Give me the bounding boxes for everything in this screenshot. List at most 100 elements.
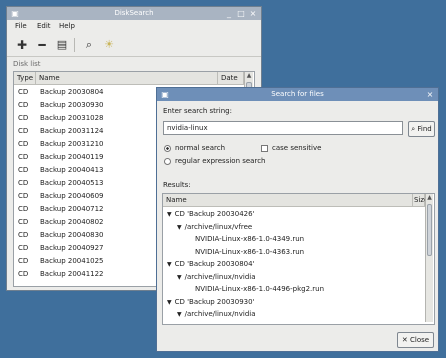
disk-name-cell: Backup 20031028 [40,114,104,122]
disk-type-cell: CD [18,127,29,135]
normal-search-label[interactable]: normal search [175,143,225,153]
scrollbar-thumb[interactable] [427,204,432,256]
disk-name-cell: Backup 20041025 [40,257,104,265]
maximize-icon[interactable]: □ [235,7,247,20]
disk-type-cell: CD [18,218,29,226]
scroll-up-icon[interactable]: ▲ [245,72,253,80]
close-icon[interactable]: × [424,88,436,101]
results-scrollbar[interactable]: ▲ [425,194,433,322]
close-button-label: Close [410,336,430,344]
tree-item-label: CD 'Backup 20030804' [174,260,255,268]
regex-search-radio[interactable] [164,158,171,165]
expander-arrow-icon[interactable]: ▼ [167,211,172,218]
tree-item-label: CD 'Backup 20030426' [174,210,255,218]
regex-search-label[interactable]: regular expression search [175,156,265,166]
add-disk-icon[interactable]: ✚ [14,37,30,53]
disk-list-label: Disk list [13,60,41,68]
toolbar: ✚ ━ ▤ ⌕ ☀ [7,34,261,57]
find-icon: ⌕ [411,125,416,133]
tree-item-label: /archive/linux/nvidia [184,310,256,318]
disk-type-cell: CD [18,153,29,161]
search-dialog-title: Search for files [271,90,324,98]
disk-name-cell: Backup 20040413 [40,166,104,174]
find-button[interactable]: ⌕ Find [408,121,435,137]
disk-type-cell: CD [18,270,29,278]
expander-arrow-icon[interactable]: ▼ [177,224,182,231]
close-button[interactable]: ✕ Close [397,332,434,348]
toolbar-separator [74,38,75,52]
properties-icon[interactable]: ▤ [54,37,70,53]
search-dialog: ▣ Search for files × Enter search string… [156,87,439,352]
tree-item[interactable]: ▼/archive/linux/nvidia [177,308,256,320]
remove-disk-icon[interactable]: ━ [34,37,50,53]
normal-search-radio[interactable] [164,145,171,152]
menubar: File Edit Help [7,21,261,32]
disk-type-cell: CD [18,101,29,109]
search-titlebar[interactable]: ▣ Search for files × [157,88,438,101]
disk-type-cell: CD [18,179,29,187]
column-header-name[interactable]: Name [163,194,413,207]
menu-edit[interactable]: Edit [37,21,51,32]
column-header-type[interactable]: Type [14,72,36,85]
disk-name-cell: Backup 20040712 [40,205,104,213]
close-icon[interactable]: × [247,7,259,20]
tree-item-label: /archive/linux/nvidia [184,272,256,281]
disk-type-cell: CD [18,192,29,200]
disk-type-cell: CD [18,244,29,252]
disk-name-cell: Backup 20040927 [40,244,104,252]
tree-item-label: NVIDIA-Linux-x86-1.0-4349.run [195,235,305,243]
disk-name-cell: Backup 20040830 [40,231,104,239]
tree-item[interactable]: NVIDIA-Linux-x86-1.0-4496-pkg2.run [195,283,324,295]
tree-item[interactable]: NVIDIA-Linux-x86-1.0-4363.run [195,246,304,258]
disk-type-cell: CD [18,114,29,122]
tree-item[interactable]: NVIDIA-Linux-x86-1.0-4349.run [195,233,304,245]
disk-name-cell: Backup 20031124 [40,127,104,135]
column-header-size[interactable]: Size [413,194,428,207]
expander-arrow-icon[interactable]: ▼ [167,261,172,268]
tree-item-label: /archive/linux/vfree [184,222,253,231]
case-sensitive-checkbox[interactable] [261,145,268,152]
close-button-icon: ✕ [401,336,408,344]
find-button-label: Find [417,125,432,133]
column-header-name[interactable]: Name [36,72,218,85]
window-menu-icon[interactable]: ▣ [9,7,21,20]
tree-item[interactable]: ▼ CD 'Backup 20030930' [167,296,255,308]
tree-item-label: NVIDIA-Linux-x86-1.0-4496-pkg2.run [195,285,325,293]
tree-item-label: NVIDIA-Linux-x86-1.0-4363.run [195,247,305,256]
minimize-icon[interactable]: _ [223,7,235,20]
disk-name-cell: Backup 20030804 [40,88,104,96]
results-tree[interactable]: Name Size ▼ CD 'Backup 20030426' ▼/archive… [162,193,435,325]
lightbulb-icon[interactable]: ☀ [101,37,117,53]
disk-type-cell: CD [18,231,29,239]
disk-type-cell: CD [18,88,29,96]
tree-item[interactable]: ▼ CD 'Backup 20030426' [167,208,255,220]
expander-arrow-icon[interactable]: ▼ [177,274,182,281]
expander-arrow-icon[interactable]: ▼ [167,299,172,306]
search-input[interactable]: nvidia-linux [163,121,403,135]
window-menu-icon[interactable]: ▣ [159,88,171,101]
tree-item[interactable]: ▼ CD 'Backup 20030804' [167,258,255,270]
results-label: Results: [163,181,191,189]
disksearch-titlebar[interactable]: ▣ DiskSearch _ □ × [7,7,261,20]
tree-item[interactable]: ▼/archive/linux/vfree [177,221,252,233]
search-prompt-label: Enter search string: [163,107,232,115]
tree-item[interactable]: ▼/archive/linux/nvidia [177,271,256,283]
disk-type-cell: CD [18,166,29,174]
menu-file[interactable]: File [15,21,27,32]
disksearch-title: DiskSearch [114,9,154,17]
disk-name-cell: Backup 20040802 [40,218,104,226]
menu-help[interactable]: Help [59,21,75,32]
expander-arrow-icon[interactable]: ▼ [177,311,182,318]
disk-type-cell: CD [18,205,29,213]
case-sensitive-label[interactable]: case sensitive [272,143,321,153]
disk-name-cell: Backup 20040609 [40,192,104,200]
column-header-date[interactable]: Date [218,72,244,85]
search-icon[interactable]: ⌕ [81,37,97,53]
scroll-up-icon[interactable]: ▲ [426,194,433,202]
disk-name-cell: Backup 20041122 [40,270,104,278]
disk-name-cell: Backup 20040513 [40,179,104,187]
tree-item-label: CD 'Backup 20030930' [174,297,255,306]
disk-name-cell: Backup 20030930 [40,101,104,109]
disk-type-cell: CD [18,140,29,148]
disk-name-cell: Backup 20031210 [40,140,104,148]
